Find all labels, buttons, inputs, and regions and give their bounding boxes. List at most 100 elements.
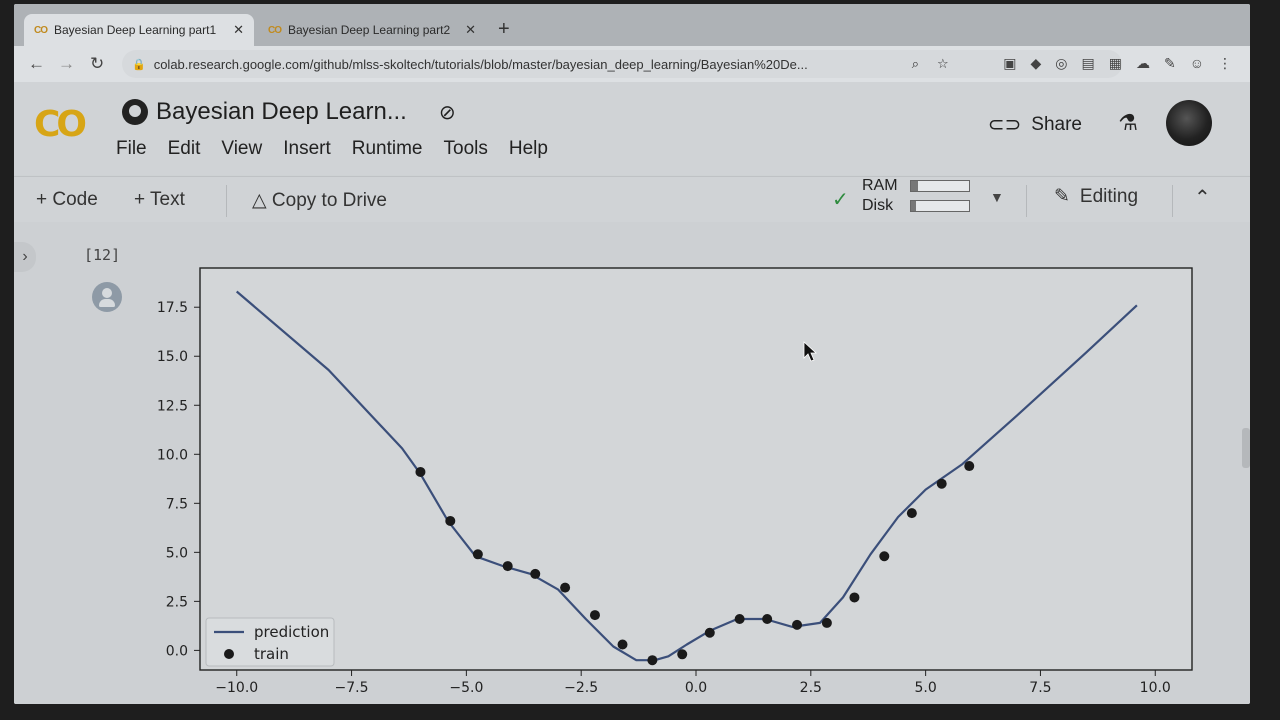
train-point	[906, 508, 917, 519]
drive-off-icon[interactable]: ⊘	[439, 100, 456, 125]
legend-label-train: train	[254, 645, 289, 663]
disk-label: Disk	[862, 197, 894, 214]
github-icon	[122, 99, 148, 125]
menu-edit[interactable]: Edit	[168, 138, 201, 160]
y-tick-label: 7.5	[166, 496, 188, 512]
x-tick-label: 7.5	[1029, 680, 1051, 696]
extension-icon[interactable]: ☁	[1136, 55, 1150, 72]
x-tick-label: 2.5	[800, 680, 822, 696]
ram-bar[interactable]	[910, 180, 970, 192]
menu-insert[interactable]: Insert	[283, 138, 331, 160]
menu-file[interactable]: File	[116, 138, 147, 160]
menu-runtime[interactable]: Runtime	[352, 138, 423, 160]
more-icon[interactable]: ⋮	[1218, 55, 1232, 72]
tab-part2[interactable]: CO Bayesian Deep Learning part2 ✕	[258, 14, 486, 46]
extension-icon[interactable]: ▦	[1109, 55, 1122, 72]
train-point	[704, 627, 715, 638]
tab-strip: CO Bayesian Deep Learning part1 ✕ CO Bay…	[14, 4, 1250, 46]
disk-bar[interactable]	[910, 200, 970, 212]
train-point	[647, 655, 658, 666]
ram-label: RAM	[862, 177, 898, 194]
runtime-dropdown-icon[interactable]: ▼	[990, 189, 1004, 205]
x-tick-label: −5.0	[449, 680, 483, 696]
plot-area	[199, 267, 1193, 671]
legend-point-swatch	[224, 649, 234, 659]
address-row: ← → ↻ 🔒 colab.research.google.com/github…	[14, 46, 1250, 82]
add-text-button[interactable]: + Text	[134, 189, 185, 211]
editing-mode-button[interactable]: ✎ Editing	[1054, 185, 1138, 208]
scrollbar[interactable]	[1242, 428, 1250, 468]
disk-bar-fill	[911, 201, 916, 211]
train-point	[677, 649, 688, 660]
toolbar-divider	[226, 185, 227, 217]
train-point	[964, 461, 975, 472]
connected-check-icon: ✓	[832, 189, 849, 211]
extension-icons: ▣ ◆ ◎ ▤ ▦ ☁ ✎ ☺ ⋮	[1003, 55, 1232, 72]
back-icon[interactable]: ←	[28, 54, 45, 74]
collapse-header-icon[interactable]: ⌃	[1194, 185, 1211, 210]
notebook-title-text: Bayesian Deep Learn...	[156, 98, 407, 125]
colab-header: CO Bayesian Deep Learn... ⊘ File Edit Vi…	[14, 82, 1250, 176]
tab-part1[interactable]: CO Bayesian Deep Learning part1 ✕	[24, 14, 254, 46]
share-button[interactable]: ⊂⊃ Share	[988, 112, 1082, 137]
profile-icon[interactable]: ☺	[1190, 55, 1204, 72]
zoom-icon[interactable]: ⌕	[912, 56, 919, 72]
extension-icon[interactable]: ◎	[1055, 55, 1067, 72]
flask-icon[interactable]: ⚗	[1118, 110, 1138, 136]
avatar[interactable]	[1166, 100, 1212, 146]
x-tick-label: 10.0	[1140, 680, 1171, 696]
train-point	[530, 568, 541, 579]
train-point	[849, 592, 860, 603]
train-point	[589, 610, 600, 621]
notebook-title[interactable]: Bayesian Deep Learn... ⊘	[122, 98, 456, 126]
train-point	[821, 617, 832, 628]
colab-favicon-icon: CO	[268, 24, 282, 36]
url-text: colab.research.google.com/github/mlss-sk…	[153, 56, 808, 72]
extension-icon[interactable]: ◆	[1031, 55, 1042, 72]
star-icon[interactable]: ☆	[937, 56, 949, 72]
train-point	[936, 478, 947, 489]
extension-icon[interactable]: ▤	[1082, 55, 1095, 72]
y-tick-label: 15.0	[157, 349, 188, 365]
colab-logo[interactable]: CO	[34, 104, 87, 145]
train-point	[762, 614, 773, 625]
menu-view[interactable]: View	[221, 138, 262, 160]
notebook-toolbar: + Code + Text △ Copy to Drive ✓ RAM Disk…	[14, 176, 1250, 222]
y-tick-label: 0.0	[166, 643, 188, 659]
forward-icon[interactable]: →	[58, 54, 75, 74]
menu-bar: File Edit View Insert Runtime Tools Help	[116, 138, 548, 160]
x-tick-label: −10.0	[215, 680, 258, 696]
menu-tools[interactable]: Tools	[444, 138, 488, 160]
legend-label-prediction: prediction	[254, 623, 329, 641]
train-point	[415, 466, 426, 477]
y-tick-label: 10.0	[157, 447, 188, 463]
output-chart: −10.0 −7.5 −5.0 −2.5 0.0 2.5 5.0 7.5 10.0 0.0 2.5 5…	[157, 267, 1193, 696]
extension-icon[interactable]: ▣	[1003, 55, 1016, 72]
y-tick-label: 2.5	[166, 594, 188, 610]
copy-to-drive-button[interactable]: △ Copy to Drive	[252, 189, 387, 212]
tab-title: Bayesian Deep Learning part1	[54, 23, 217, 37]
colab-favicon-icon: CO	[34, 24, 48, 36]
train-point	[472, 549, 483, 560]
menu-help[interactable]: Help	[509, 138, 548, 160]
copy-to-drive-label: Copy to Drive	[271, 190, 388, 211]
address-bar[interactable]: 🔒 colab.research.google.com/github/mlss-…	[122, 50, 1122, 78]
toolbar-divider	[1026, 185, 1027, 217]
y-tick-label: 12.5	[157, 398, 188, 414]
train-point	[560, 582, 571, 593]
share-label: Share	[1031, 113, 1082, 135]
x-tick-label: 5.0	[914, 680, 936, 696]
lock-icon: 🔒	[132, 58, 146, 71]
reload-icon[interactable]: ↻	[90, 54, 104, 74]
editing-label: Editing	[1079, 185, 1139, 207]
close-tab-icon[interactable]: ✕	[233, 22, 244, 38]
ram-bar-fill	[911, 181, 918, 191]
x-tick-label: −7.5	[335, 680, 369, 696]
x-tick-label: −2.5	[564, 680, 598, 696]
add-code-button[interactable]: + Code	[36, 189, 98, 211]
new-tab-button[interactable]: +	[498, 18, 510, 41]
close-tab-icon[interactable]: ✕	[465, 22, 476, 38]
extension-icon[interactable]: ✎	[1164, 55, 1176, 72]
link-icon: ⊂⊃	[987, 114, 1022, 136]
x-tick-label: 0.0	[685, 680, 707, 696]
